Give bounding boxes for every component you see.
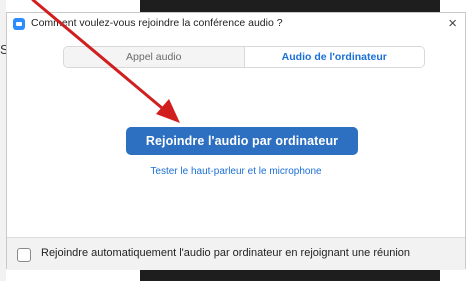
dialog-title: Comment voulez-vous rejoindre la confére…: [31, 17, 283, 29]
join-computer-audio-button[interactable]: Rejoindre l'audio par ordinateur: [126, 127, 358, 155]
test-speaker-microphone-link[interactable]: Tester le haut-parleur et le microphone: [7, 166, 465, 177]
dialog-footer: Rejoindre automatiquement l'audio par or…: [7, 237, 465, 270]
auto-join-checkbox[interactable]: [17, 248, 31, 262]
close-button[interactable]: ×: [448, 15, 457, 33]
dialog-titlebar: Comment voulez-vous rejoindre la confére…: [7, 13, 465, 35]
app-icon: [13, 18, 25, 30]
tab-phone-audio[interactable]: Appel audio: [64, 47, 244, 67]
tab-computer-audio[interactable]: Audio de l'ordinateur: [243, 47, 424, 67]
background-video-area: [140, 0, 440, 12]
audio-join-dialog: Comment voulez-vous rejoindre la confére…: [6, 12, 466, 270]
audio-tabs: Appel audio Audio de l'ordinateur: [63, 46, 425, 68]
auto-join-label: Rejoindre automatiquement l'audio par or…: [41, 247, 411, 259]
